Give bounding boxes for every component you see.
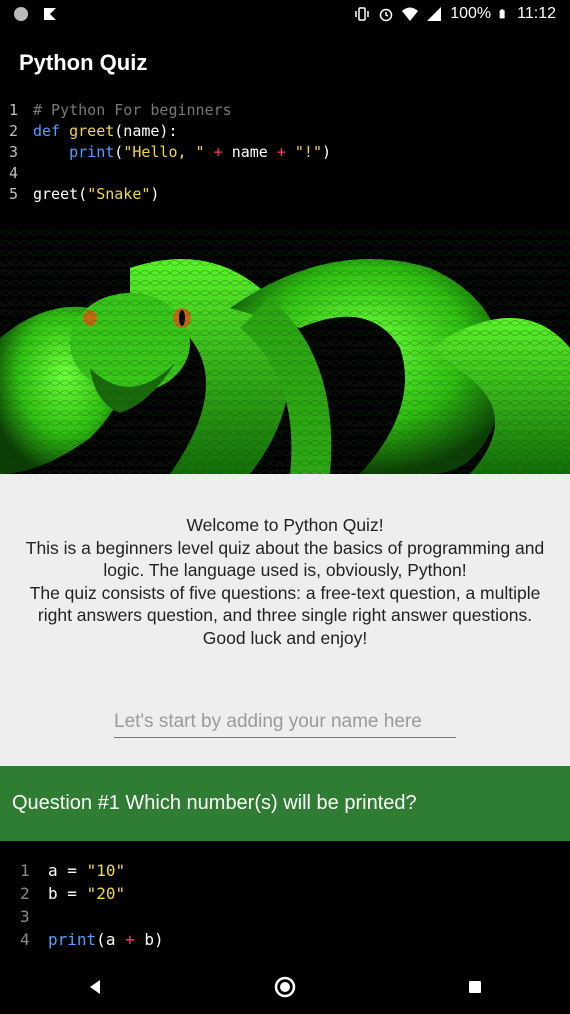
- code-line: 2 def greet (name):: [0, 121, 331, 142]
- snake-image: [0, 228, 570, 474]
- code-line: 1 # Python For beginners: [0, 100, 331, 121]
- code-paren: (: [78, 185, 88, 203]
- question-title: Question #1 Which number(s) will be prin…: [12, 792, 417, 814]
- question-header: Question #1 Which number(s) will be prin…: [0, 766, 570, 841]
- clock: 11:12: [517, 5, 556, 22]
- hero-header: Python Quiz 1 # Python For beginners 2 d…: [0, 28, 570, 474]
- code-builtin: print: [69, 143, 115, 161]
- code-line: 3: [0, 905, 570, 928]
- code-string: "Hello, ": [123, 143, 205, 161]
- header-code-block: 1 # Python For beginners 2 def greet (nam…: [0, 100, 331, 205]
- back-triangle-icon: [90, 979, 100, 994]
- app-title: Python Quiz: [19, 50, 148, 75]
- line-number: 2: [9, 122, 19, 140]
- battery-charging-icon: [499, 9, 505, 19]
- welcome-text: Welcome to Python Quiz! This is a beginn…: [16, 514, 554, 649]
- code-variable: b: [144, 930, 155, 949]
- code-function-call: greet: [33, 185, 79, 203]
- code-identifier: name: [231, 143, 268, 161]
- recents-button[interactable]: [445, 967, 505, 1007]
- alarm-icon: [379, 8, 393, 22]
- code-line: 1 a = "10": [0, 859, 570, 882]
- home-button[interactable]: [255, 967, 315, 1007]
- code-line: 4 print(a + b): [0, 928, 570, 951]
- code-line: 2 b = "20": [0, 882, 570, 905]
- code-line: 3 print("Hello, " + name + "!"): [0, 142, 331, 163]
- wifi-icon: [402, 7, 419, 21]
- code-string: "20": [86, 884, 126, 903]
- code-operator: +: [276, 143, 286, 161]
- welcome-panel: Welcome to Python Quiz! This is a beginn…: [0, 474, 570, 766]
- code-builtin: print: [48, 930, 97, 949]
- line-number: 1: [20, 861, 30, 880]
- code-string: "Snake": [87, 185, 151, 203]
- code-paren: ): [154, 930, 164, 949]
- line-number: 3: [9, 143, 19, 161]
- code-paren: (: [114, 143, 124, 161]
- code-variable: a: [48, 861, 58, 880]
- code-assign: =: [67, 884, 77, 903]
- home-circle-icon: [274, 976, 296, 997]
- welcome-closing: Good luck and enjoy!: [202, 627, 368, 648]
- line-number: 2: [20, 884, 30, 903]
- welcome-description: This is a beginners level quiz about the…: [25, 537, 545, 581]
- recents-square-icon: [469, 980, 481, 993]
- welcome-heading: Welcome to Python Quiz!: [186, 515, 384, 535]
- question-code-block: 1 a = "10" 2 b = "20" 3 4 print(a + b): [0, 841, 570, 959]
- vibrate-icon: [355, 7, 369, 21]
- code-keyword: def: [33, 122, 61, 140]
- app-notification-icon: [44, 8, 56, 20]
- notification-dot-icon: [14, 7, 28, 21]
- code-line: 5 greet("Snake"): [0, 184, 331, 205]
- code-assign: =: [67, 861, 77, 880]
- code-variable: b: [48, 884, 58, 903]
- name-input[interactable]: [114, 706, 456, 738]
- line-number: 4: [20, 930, 30, 949]
- code-paren: ): [150, 185, 160, 203]
- code-string: "10": [86, 861, 126, 880]
- back-button[interactable]: [65, 967, 125, 1007]
- line-number: 5: [9, 185, 19, 203]
- code-function-name: greet: [69, 122, 115, 140]
- code-operator: +: [125, 930, 135, 949]
- code-string: "!": [294, 143, 322, 161]
- battery-percent: 100%: [450, 5, 492, 22]
- code-paren: ): [322, 143, 332, 161]
- line-number: 4: [9, 164, 19, 182]
- signal-icon: [427, 7, 442, 21]
- code-line: 4: [0, 163, 331, 184]
- code-operator: +: [213, 143, 223, 161]
- code-comment: # Python For beginners: [33, 101, 232, 119]
- line-number: 3: [20, 907, 30, 926]
- welcome-quiz-info: The quiz consists of five questions: a f…: [29, 582, 541, 626]
- code-variable: a: [105, 930, 116, 949]
- line-number: 1: [9, 101, 19, 119]
- code-paren: (: [96, 930, 106, 949]
- status-bar: 100% 11:12: [0, 0, 570, 28]
- system-nav-bar: [0, 959, 570, 1014]
- code-params: (name):: [114, 122, 178, 140]
